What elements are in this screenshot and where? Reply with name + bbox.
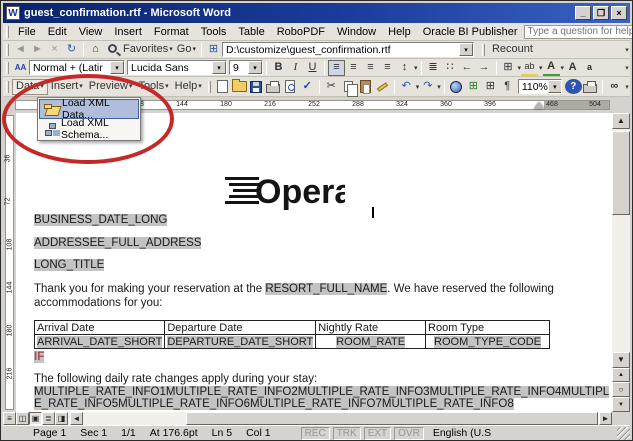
long-title-field[interactable]: LONG_TITLE: [34, 259, 104, 271]
reservation-table: Arrival Date Departure Date Nightly Rate…: [34, 320, 550, 349]
logo-speed-lines: [225, 177, 259, 204]
multiple-rate-info-line2[interactable]: E_RATE_INFO5MULTIPLE_RATE_INFO6MULTIPLE_…: [34, 398, 514, 410]
column-header: Nightly Rate: [316, 321, 426, 335]
word-window: W guest_confirmation.rtf - Microsoft Wor…: [0, 0, 633, 441]
document-content: Opera BUSINESS_DATE_LONG ADDRESSEE_FULL_…: [1, 1, 632, 440]
thank-you-paragraph: Thank you for making your reservation at…: [34, 282, 561, 310]
column-header: Room Type: [426, 321, 550, 335]
addressee-address-field[interactable]: ADDRESSEE_FULL_ADDRESS: [34, 237, 201, 249]
arrival-date-field[interactable]: ARRIVAL_DATE_SHORT: [37, 336, 162, 348]
opera-logo: Opera: [225, 169, 345, 213]
room-rate-field[interactable]: ROOM_RATE: [336, 336, 405, 348]
resort-name-field[interactable]: RESORT_FULL_NAME: [265, 283, 387, 295]
rate-changes-paragraph: The following daily rate changes apply d…: [34, 373, 317, 385]
paragraph-text: Thank you for making your reservation at…: [34, 283, 265, 295]
room-type-field[interactable]: ROOM_TYPE_CODE: [434, 336, 541, 348]
column-header: Departure Date: [165, 321, 316, 335]
if-field-marker[interactable]: IF: [34, 351, 44, 363]
table-row: ARRIVAL_DATE_SHORT DEPARTURE_DATE_SHORT …: [35, 335, 550, 349]
business-date-field[interactable]: BUSINESS_DATE_LONG: [34, 214, 167, 226]
logo-text: Opera: [255, 173, 345, 211]
table-header-row: Arrival Date Departure Date Nightly Rate…: [35, 321, 550, 335]
multiple-rate-info-line1[interactable]: MULTIPLE_RATE_INFO1MULTIPLE_RATE_INFO2MU…: [34, 386, 609, 398]
departure-date-field[interactable]: DEPARTURE_DATE_SHORT: [167, 336, 313, 348]
annotation-ellipse: [2, 74, 174, 164]
text-cursor: [372, 207, 374, 218]
column-header: Arrival Date: [35, 321, 165, 335]
